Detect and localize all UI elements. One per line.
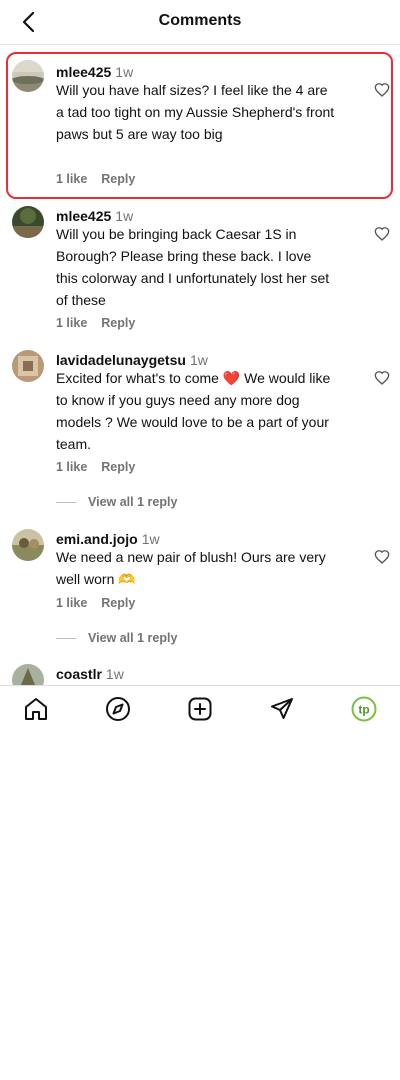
comment-list: mlee425 1w Will you have half sizes? I fe… [0,44,400,685]
bottom-tab-bar: tp [0,685,400,732]
profile-initials: tp [358,703,369,717]
comment-time: 1w [141,531,160,547]
comment-text: We need a new pair of blush! Ours are ve… [56,549,326,587]
header: Comments [0,0,400,45]
comment-username[interactable]: mlee425 [56,64,111,80]
page-title: Comments [158,12,242,29]
view-replies-label: View all 1 reply [88,631,178,645]
direct-send-icon[interactable] [269,696,295,722]
comment-text: Will you have half sizes? I feel like th… [56,82,335,142]
heart-icon[interactable] [374,226,390,242]
reply-button[interactable]: Reply [101,316,135,330]
reply-button[interactable]: Reply [101,596,135,610]
comment-username[interactable]: coastlr [56,666,102,682]
home-icon[interactable] [23,696,49,722]
comment-time: 1w [115,208,134,224]
comment-time: 1w [189,352,208,368]
comment-time: 1w [115,64,134,80]
create-plus-icon[interactable] [187,696,213,722]
reply-button[interactable]: Reply [101,172,135,186]
comment-time: 1w [105,666,124,682]
heart-icon[interactable] [374,370,390,386]
explore-compass-icon[interactable] [105,696,131,722]
view-replies-label: View all 1 reply [88,495,178,509]
heart-icon[interactable] [374,549,390,565]
like-count[interactable]: 1 like [56,172,87,186]
comment-text: Excited for what's to come ❤️ We would l… [56,370,331,452]
avatar[interactable] [12,60,44,92]
reply-button[interactable]: Reply [101,460,135,474]
view-replies-button[interactable]: View all 1 reply [56,631,177,645]
avatar[interactable] [12,206,44,238]
divider-line [56,637,76,639]
comment-username[interactable]: mlee425 [56,208,111,224]
avatar[interactable] [12,350,44,382]
profile-avatar-icon: tp [351,696,377,722]
comment-text: Will you be bringing back Caesar 1S in B… [56,226,330,308]
like-count[interactable]: 1 like [56,460,87,474]
avatar[interactable] [12,664,44,685]
divider-line [56,501,76,503]
profile-tab[interactable]: tp [351,696,377,722]
avatar[interactable] [12,529,44,561]
comment-username[interactable]: lavidadelunaygetsu [56,352,186,368]
like-count[interactable]: 1 like [56,596,87,610]
view-replies-button[interactable]: View all 1 reply [56,495,177,509]
like-count[interactable]: 1 like [56,316,87,330]
comment-username[interactable]: emi.and.jojo [56,531,138,547]
heart-icon[interactable] [374,82,390,98]
